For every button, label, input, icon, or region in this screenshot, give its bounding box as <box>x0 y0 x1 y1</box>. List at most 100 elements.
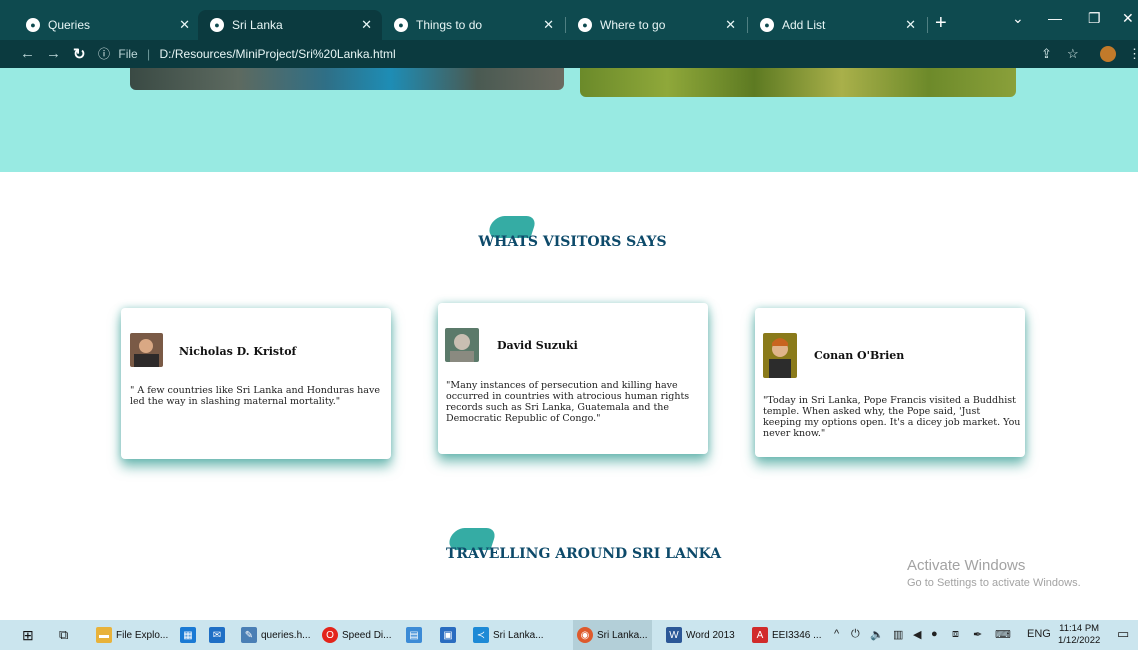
testimonial-card: David Suzuki "Many instances of persecut… <box>438 303 708 454</box>
close-icon[interactable]: ✕ <box>905 17 916 33</box>
back-arrow-icon[interactable]: ← <box>20 45 35 62</box>
forward-arrow-icon[interactable]: → <box>46 45 61 62</box>
notifications-icon[interactable]: ▭ <box>1117 626 1129 642</box>
reload-icon[interactable]: ↻ <box>73 45 86 63</box>
word-icon: W <box>666 627 682 643</box>
security-icon[interactable]: ● <box>931 628 938 640</box>
avatar <box>445 328 479 362</box>
opera-icon: O <box>322 627 338 643</box>
close-icon[interactable]: ✕ <box>725 17 736 33</box>
taskbar-opera[interactable]: O Speed Di... <box>318 620 395 650</box>
globe-icon: ● <box>578 18 592 32</box>
clock-date: 1/12/2022 <box>1058 635 1101 646</box>
taskbar-mail[interactable]: ✉ <box>205 620 233 650</box>
tab-title: Where to go <box>600 18 666 32</box>
document-icon: ▤ <box>406 627 422 643</box>
globe-icon: ● <box>210 18 224 32</box>
vscode-icon: ≺ <box>473 627 489 643</box>
new-tab-button[interactable]: + <box>935 13 947 33</box>
network-icon[interactable]: ▥ <box>893 628 903 641</box>
pdf-icon: A <box>752 627 768 643</box>
testimonial-card: Conan O'Brien "Today in Sri Lanka, Pope … <box>755 308 1025 457</box>
task-view-icon[interactable]: ⧉ <box>55 620 72 650</box>
avatar <box>130 333 163 367</box>
visitor-quote: "Many instances of persecution and killi… <box>446 380 690 424</box>
bookmark-star-icon[interactable]: ☆ <box>1067 46 1079 62</box>
taskbar-label: Sri Lanka... <box>597 629 648 641</box>
visitor-name: David Suzuki <box>497 339 578 352</box>
url-path: D:/Resources/MiniProject/Sri%20Lanka.htm… <box>159 47 396 61</box>
beach-image <box>130 68 564 90</box>
taskbar-label: File Explo... <box>116 629 169 641</box>
visitor-name: Conan O'Brien <box>814 349 905 362</box>
taskbar-label: Speed Di... <box>342 629 392 641</box>
close-window-button[interactable]: ✕ <box>1122 10 1134 27</box>
mail-icon: ✉ <box>209 627 225 643</box>
tab-title: Queries <box>48 18 91 32</box>
taskbar-label: queries.h... <box>261 629 311 641</box>
profile-avatar[interactable] <box>1100 46 1116 62</box>
testimonial-card: Nicholas D. Kristof " A few countries li… <box>121 308 391 459</box>
system-clock[interactable]: 11:14 PM 1/12/2022 <box>1058 623 1100 647</box>
watermark-subtitle: Go to Settings to activate Windows. <box>907 577 1081 589</box>
browser-tabstrip: ● Queries ✕ ● Sri Lanka ✕ ● Things to do… <box>0 0 1138 40</box>
tab-search-icon[interactable]: ⌄ <box>1012 10 1024 27</box>
volume-icon[interactable]: 🔈 <box>870 628 884 641</box>
chrome-icon: ◉ <box>577 627 593 643</box>
keyboard-icon[interactable]: ⌨ <box>995 628 1011 641</box>
activate-windows-watermark: Activate Windows Go to Settings to activ… <box>907 557 1081 589</box>
visitor-name: Nicholas D. Kristof <box>179 345 297 358</box>
notepad-icon: ✎ <box>241 627 257 643</box>
close-icon[interactable]: ✕ <box>179 17 190 33</box>
taskbar-label: Sri Lanka... <box>493 629 544 641</box>
avatar <box>763 333 797 378</box>
tab-queries[interactable]: ● Queries ✕ <box>14 10 200 40</box>
visitor-quote: "Today in Sri Lanka, Pope Francis visite… <box>763 395 1021 439</box>
pen-icon[interactable]: ✒ <box>973 628 982 641</box>
speaker-icon[interactable]: ◀ <box>913 628 921 641</box>
tab-title: Add List <box>782 18 826 32</box>
taskbar-file-explorer[interactable]: ▬ File Explo... <box>92 620 172 650</box>
travelling-section-title: TRAVELLING AROUND SRI LANKA <box>446 546 722 562</box>
taskbar-label: Word 2013 <box>686 629 735 641</box>
url-separator: | <box>147 47 151 61</box>
show-hidden-icons[interactable]: ^ <box>834 628 839 640</box>
taskbar-app[interactable]: ▣ <box>436 620 464 650</box>
tab-title: Things to do <box>416 18 483 32</box>
tab-sri-lanka[interactable]: ● Sri Lanka ✕ <box>198 10 382 40</box>
visitors-section-title: WHATS VISITORS SAYS <box>478 234 667 250</box>
minimize-button[interactable]: — <box>1048 10 1062 26</box>
info-icon[interactable]: ⓘ <box>98 47 110 61</box>
tab-things-to-do[interactable]: ● Things to do ✕ <box>382 10 564 40</box>
globe-icon: ● <box>26 18 40 32</box>
taskbar-store[interactable]: ▦ <box>176 620 204 650</box>
close-icon[interactable]: ✕ <box>543 17 554 33</box>
close-icon[interactable]: ✕ <box>361 17 372 33</box>
restore-button[interactable]: ❐ <box>1088 10 1101 27</box>
tab-add-list[interactable]: ● Add List ✕ <box>748 10 926 40</box>
travelling-section-header: TRAVELLING AROUND SRI LANKA <box>438 526 721 566</box>
taskbar-word[interactable]: W Word 2013 <box>662 620 739 650</box>
address-bar[interactable]: ⓘ File | D:/Resources/MiniProject/Sri%20… <box>98 45 396 62</box>
tea-plantation-image <box>580 68 1016 97</box>
windows-start-icon[interactable]: ⊞ <box>18 620 38 650</box>
display-icon[interactable]: ⧈ <box>952 628 959 641</box>
folder-icon: ▬ <box>96 627 112 643</box>
taskbar-pdf[interactable]: A EEI3346 ... <box>748 620 825 650</box>
watermark-title: Activate Windows <box>907 557 1026 574</box>
taskbar-queries[interactable]: ✎ queries.h... <box>237 620 314 650</box>
language-indicator[interactable]: ENG <box>1027 628 1051 640</box>
share-icon[interactable]: ⇪ <box>1041 46 1052 62</box>
taskbar-chrome[interactable]: ◉ Sri Lanka... <box>573 620 652 650</box>
taskbar-app[interactable]: ▤ <box>402 620 430 650</box>
clock-time: 11:14 PM <box>1059 623 1100 634</box>
taskbar-vscode[interactable]: ≺ Sri Lanka... <box>469 620 548 650</box>
menu-icon[interactable]: ⋮ <box>1128 46 1138 62</box>
tab-where-to-go[interactable]: ● Where to go ✕ <box>566 10 746 40</box>
hero-banner <box>0 68 1138 172</box>
taskbar-label: EEI3346 ... <box>772 629 822 641</box>
computer-icon: ▣ <box>440 627 456 643</box>
power-icon[interactable]: ⏻ <box>851 628 860 641</box>
tab-divider <box>927 17 928 33</box>
globe-icon: ● <box>760 18 774 32</box>
